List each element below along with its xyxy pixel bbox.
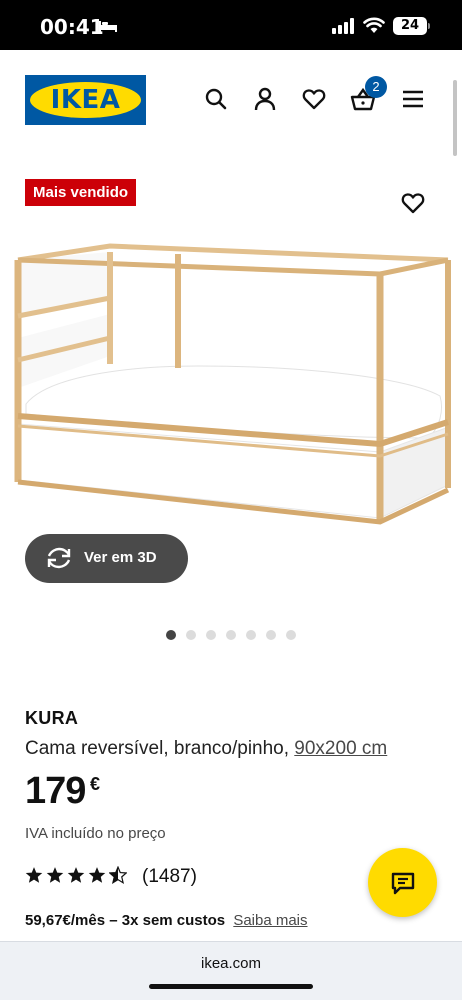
sleep-mode-icon xyxy=(99,21,117,32)
price-currency: € xyxy=(90,774,101,794)
cart-count-badge: 2 xyxy=(365,76,387,98)
star-full-icon xyxy=(67,867,85,883)
carousel-dot[interactable] xyxy=(286,630,296,640)
home-indicator[interactable] xyxy=(149,984,313,989)
wishlist-icon[interactable] xyxy=(301,86,327,112)
vat-note: IVA incluído no preço xyxy=(25,825,166,842)
carousel-dot[interactable] xyxy=(246,630,256,640)
carousel-dot[interactable] xyxy=(186,630,196,640)
add-to-wishlist-heart-icon[interactable] xyxy=(400,190,426,216)
product-description: Cama reversível, branco/pinho, 90x200 cm xyxy=(25,738,387,760)
bestseller-badge: Mais vendido xyxy=(25,179,137,206)
menu-icon[interactable] xyxy=(400,86,426,112)
star-full-icon xyxy=(25,867,43,883)
learn-more-link[interactable]: Saiba mais xyxy=(233,912,307,929)
price: 179 € xyxy=(25,770,100,820)
logo-text: IKEA xyxy=(50,85,121,115)
image-carousel-dots xyxy=(166,630,296,640)
signal-icon xyxy=(332,18,354,34)
chat-button[interactable] xyxy=(368,848,437,917)
status-bar: 00:41 24 xyxy=(0,0,462,50)
rating-stars[interactable] xyxy=(25,866,127,884)
view-in-3d-label: Ver em 3D xyxy=(84,549,157,566)
product-image-bed[interactable] xyxy=(8,238,456,530)
product-description-text: Cama reversível, branco/pinho, xyxy=(25,738,290,759)
installment-text: 59,67€/mês – 3x sem custos xyxy=(25,912,226,929)
star-full-icon xyxy=(46,867,64,883)
installment-info: 59,67€/mês – 3x sem custos Saiba mais xyxy=(25,912,308,929)
battery-tip xyxy=(428,23,430,29)
carousel-dot[interactable] xyxy=(266,630,276,640)
chat-icon xyxy=(391,872,415,895)
carousel-dot[interactable] xyxy=(226,630,236,640)
account-icon[interactable] xyxy=(252,86,278,112)
star-half-icon xyxy=(109,866,127,884)
view-in-3d-button[interactable]: Ver em 3D xyxy=(25,534,188,583)
price-value: 179 xyxy=(25,770,86,812)
battery-indicator: 24 xyxy=(393,17,427,35)
browser-address-bar[interactable]: ikea.com xyxy=(0,941,462,1000)
product-size-link[interactable]: 90x200 cm xyxy=(294,738,387,759)
star-full-icon xyxy=(88,867,106,883)
review-count[interactable]: (1487) xyxy=(142,866,197,888)
product-page: 00:41 24 IKEA 2 Mais vendido Ver em 3D K… xyxy=(0,0,462,1000)
product-name: KURA xyxy=(25,708,79,728)
status-time: 00:41 xyxy=(40,15,104,39)
scrollbar[interactable] xyxy=(453,80,457,156)
ikea-logo[interactable]: IKEA xyxy=(25,75,146,125)
carousel-dot[interactable] xyxy=(206,630,216,640)
rotate-3d-icon xyxy=(47,547,71,569)
site-header: IKEA 2 xyxy=(0,50,462,150)
carousel-dot[interactable] xyxy=(166,630,176,640)
search-icon[interactable] xyxy=(203,86,229,112)
url-text[interactable]: ikea.com xyxy=(0,955,462,972)
wifi-icon xyxy=(363,17,385,33)
